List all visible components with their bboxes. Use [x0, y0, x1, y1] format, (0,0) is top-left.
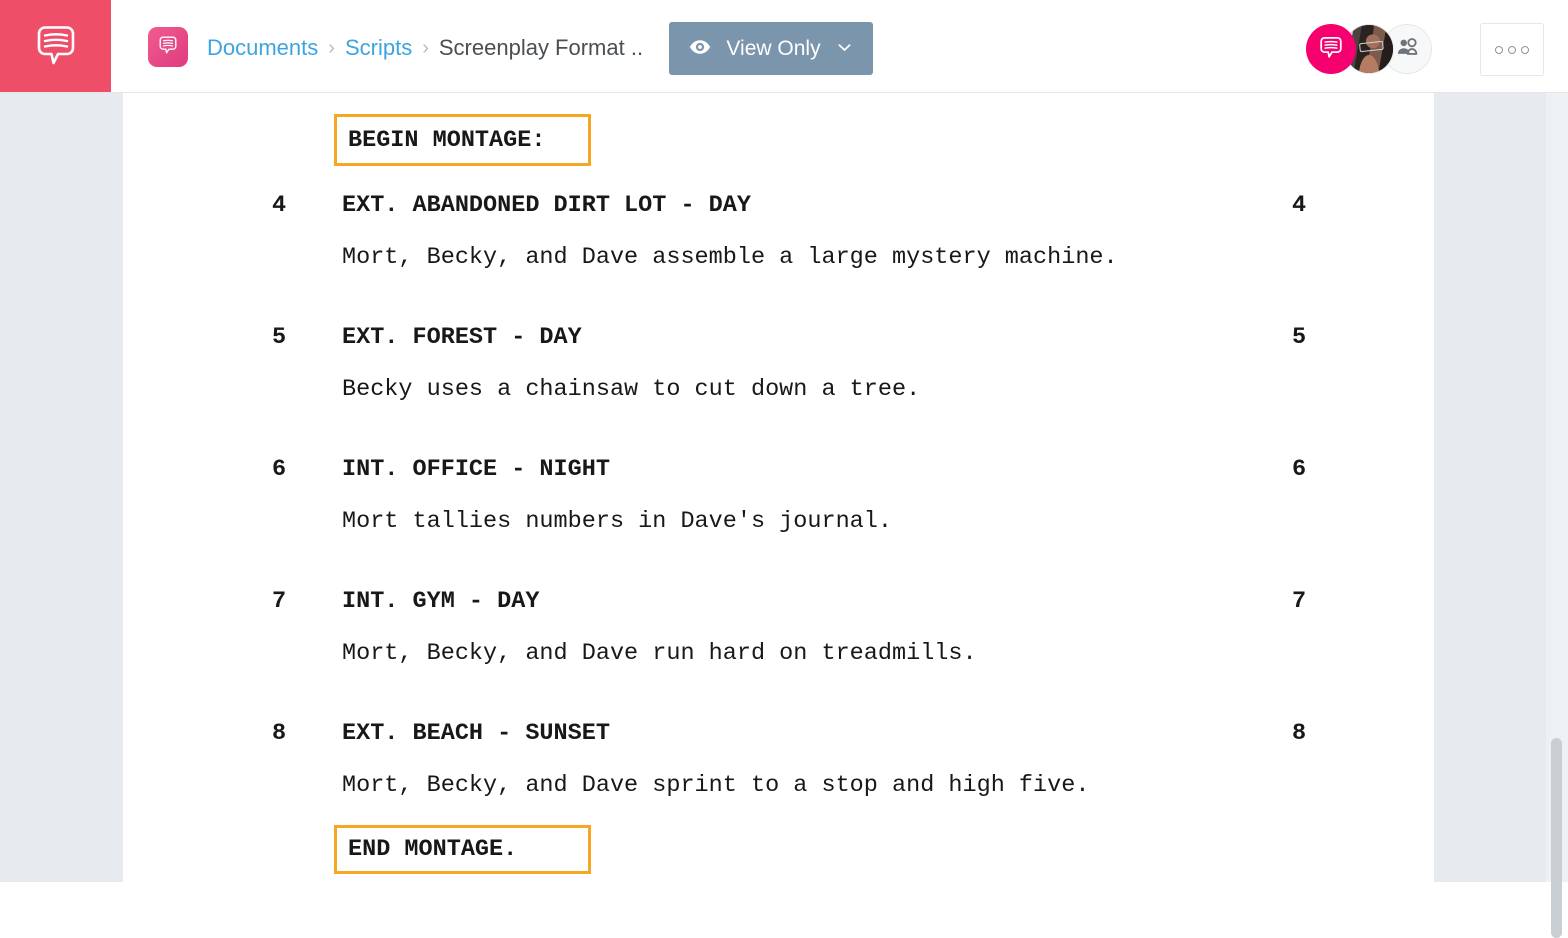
breadcrumb: Documents › Scripts › Screenplay Format …: [207, 31, 643, 65]
add-people-icon: [1394, 34, 1420, 65]
app-logo[interactable]: [0, 0, 111, 92]
chat-bubble-icon: [1317, 33, 1345, 66]
scene-number-left: 8: [272, 720, 287, 747]
breadcrumb-item-documents[interactable]: Documents: [207, 35, 318, 61]
three-dots-icon: [1521, 45, 1529, 54]
screenplay-body: BEGIN MONTAGE: 4 EXT. ABANDONED DIRT LOT …: [123, 93, 1434, 882]
three-dots-icon: [1495, 45, 1503, 54]
scene-action: Becky uses a chainsaw to cut down a tree…: [342, 376, 921, 403]
view-only-button[interactable]: View Only: [669, 22, 873, 75]
scene-number-left: 5: [272, 324, 287, 351]
scene-number-left: 4: [272, 192, 287, 219]
breadcrumb-separator: ›: [422, 36, 429, 59]
scene-heading: INT. OFFICE - NIGHT: [342, 456, 610, 483]
montage-begin-marker[interactable]: BEGIN MONTAGE:: [334, 114, 591, 166]
scene-heading: INT. GYM - DAY: [342, 588, 540, 615]
scene-heading: EXT. BEACH - SUNSET: [342, 720, 610, 747]
scene-heading: EXT. ABANDONED DIRT LOT - DAY: [342, 192, 751, 219]
montage-end-marker[interactable]: END MONTAGE.: [334, 825, 591, 874]
chat-bubble-document-icon: [157, 34, 179, 61]
scene-number-right: 8: [1292, 720, 1307, 747]
document-workspace: BEGIN MONTAGE: 4 EXT. ABANDONED DIRT LOT …: [0, 93, 1568, 882]
app-window: Documents › Scripts › Screenplay Format …: [0, 0, 1568, 938]
breadcrumb-item-current[interactable]: Screenplay Format ..: [439, 35, 643, 61]
script-page[interactable]: BEGIN MONTAGE: 4 EXT. ABANDONED DIRT LOT …: [123, 93, 1434, 882]
scene-heading: EXT. FOREST - DAY: [342, 324, 582, 351]
scene-number-right: 4: [1292, 192, 1307, 219]
chevron-down-icon: [835, 38, 854, 60]
montage-begin-label: BEGIN MONTAGE:: [348, 126, 546, 154]
eye-icon: [688, 35, 712, 62]
scene-number-left: 7: [272, 588, 287, 615]
view-only-label: View Only: [726, 36, 821, 60]
scene-number-right: 7: [1292, 588, 1307, 615]
montage-end-label: END MONTAGE.: [348, 836, 518, 863]
collaborator-avatars: [1306, 24, 1432, 74]
scrollbar-thumb[interactable]: [1551, 738, 1562, 938]
chat-bubble-lines-icon: [31, 21, 81, 71]
vertical-scrollbar[interactable]: [1546, 93, 1568, 938]
scene-action: Mort tallies numbers in Dave's journal.: [342, 508, 892, 535]
breadcrumb-item-scripts[interactable]: Scripts: [345, 35, 412, 61]
scene-number-right: 5: [1292, 324, 1307, 351]
scene-action: Mort, Becky, and Dave run hard on treadm…: [342, 640, 977, 667]
document-type-icon[interactable]: [148, 27, 188, 67]
more-options-button[interactable]: [1480, 23, 1544, 76]
avatar-chat[interactable]: [1306, 24, 1356, 74]
scene-number-left: 6: [272, 456, 287, 483]
scene-number-right: 6: [1292, 456, 1307, 483]
scene-action: Mort, Becky, and Dave sprint to a stop a…: [342, 772, 1090, 799]
top-bar: Documents › Scripts › Screenplay Format …: [0, 0, 1568, 93]
scene-action: Mort, Becky, and Dave assemble a large m…: [342, 244, 1118, 271]
breadcrumb-separator: ›: [328, 36, 335, 59]
three-dots-icon: [1508, 45, 1516, 54]
